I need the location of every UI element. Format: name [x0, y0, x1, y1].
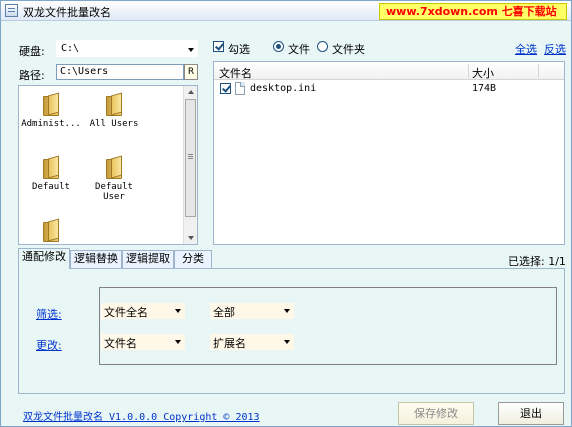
- column-divider[interactable]: [468, 64, 469, 78]
- row-checkbox[interactable]: [220, 83, 231, 94]
- file-list[interactable]: 文件名 大小 desktop.ini 174B: [213, 61, 565, 245]
- scroll-up-icon[interactable]: [188, 90, 194, 94]
- filter-scope-value: 文件全名: [104, 306, 148, 319]
- table-row[interactable]: desktop.ini 174B: [214, 81, 564, 97]
- file-list-header: 文件名 大小: [214, 62, 564, 80]
- filter-scope-select[interactable]: 文件全名: [101, 303, 185, 319]
- invert-select-link[interactable]: 反选: [544, 41, 566, 57]
- change-part-value: 扩展名: [213, 337, 246, 350]
- drive-label: 硬盘:: [19, 45, 45, 58]
- tab-category[interactable]: 分类: [174, 250, 212, 268]
- folder-radio[interactable]: [317, 41, 328, 52]
- filter-type-value: 全部: [213, 306, 235, 319]
- window-title: 双龙文件批量改名: [23, 6, 111, 19]
- folder-icon: [43, 218, 59, 242]
- drive-value: C:\: [61, 43, 80, 54]
- title-bar: 双龙文件批量改名 www.7xdown.com 七喜下载站: [1, 1, 571, 21]
- dropdown-arrow-icon: [175, 340, 181, 344]
- folder-icon: [43, 92, 59, 116]
- folder-name: Administ...: [21, 119, 81, 129]
- exit-button[interactable]: 退出: [498, 402, 564, 425]
- folder-item[interactable]: [19, 218, 86, 244]
- change-part-select[interactable]: 扩展名: [210, 334, 294, 350]
- tab-wildcard[interactable]: 通配修改: [18, 248, 70, 269]
- folder-item[interactable]: All Users: [79, 92, 149, 129]
- tab-logic-replace[interactable]: 逻辑替换: [70, 250, 122, 268]
- column-header-name[interactable]: 文件名: [219, 65, 252, 81]
- column-divider[interactable]: [538, 64, 539, 78]
- file-size: 174B: [472, 83, 497, 94]
- app-icon: [5, 4, 18, 17]
- save-button[interactable]: 保存修改: [398, 402, 474, 425]
- dropdown-arrow-icon: [284, 309, 290, 313]
- folder-view[interactable]: Administ... All Users Default Default Us…: [18, 85, 198, 245]
- check-checkbox[interactable]: [213, 41, 224, 52]
- folder-name: Default User: [95, 182, 133, 202]
- select-all-link[interactable]: 全选: [515, 41, 537, 57]
- tab-panel: [18, 268, 565, 394]
- file-name: desktop.ini: [250, 83, 317, 94]
- refresh-path-button[interactable]: R: [184, 64, 198, 80]
- folder-icon: [106, 155, 122, 179]
- column-header-size[interactable]: 大小: [472, 65, 494, 81]
- folder-scrollbar[interactable]: [183, 86, 197, 244]
- folder-item[interactable]: Default User: [79, 155, 149, 202]
- change-link[interactable]: 更改:: [36, 337, 62, 353]
- folder-item[interactable]: Default: [19, 155, 86, 192]
- folder-icon: [106, 92, 122, 116]
- file-radio[interactable]: [273, 41, 284, 52]
- change-target-value: 文件名: [104, 337, 137, 350]
- folder-name: All Users: [89, 119, 139, 129]
- watermark-banner: www.7xdown.com 七喜下载站: [379, 3, 567, 20]
- path-label: 路径:: [19, 69, 45, 82]
- tab-logic-extract[interactable]: 逻辑提取: [122, 250, 174, 268]
- dropdown-arrow-icon: [284, 340, 290, 344]
- selected-count: 已选择: 1/1: [508, 255, 566, 268]
- scroll-thumb[interactable]: [185, 99, 196, 217]
- path-input[interactable]: C:\Users: [56, 64, 184, 80]
- folder-radio-label: 文件夹: [332, 43, 365, 56]
- options-box: [99, 287, 557, 365]
- about-link[interactable]: 双龙文件批量改名 V1.0.0.0 Copyright © 2013: [23, 408, 260, 423]
- dropdown-arrow-icon: [175, 309, 181, 313]
- app-window: 双龙文件批量改名 www.7xdown.com 七喜下载站 硬盘: C:\ 路径…: [0, 0, 572, 427]
- folder-icon: [43, 155, 59, 179]
- folder-name: Default: [32, 182, 70, 192]
- check-label: 勾选: [228, 43, 250, 56]
- filter-type-select[interactable]: 全部: [210, 303, 294, 319]
- file-icon: [235, 82, 245, 95]
- drive-select[interactable]: C:\: [56, 40, 198, 57]
- path-value: C:\Users: [60, 66, 109, 77]
- scroll-down-icon[interactable]: [188, 236, 194, 240]
- folder-item[interactable]: Administ...: [19, 92, 86, 129]
- change-target-select[interactable]: 文件名: [101, 334, 185, 350]
- dropdown-arrow-icon: [188, 48, 194, 52]
- filter-link[interactable]: 筛选:: [36, 306, 62, 322]
- file-radio-label: 文件: [288, 43, 310, 56]
